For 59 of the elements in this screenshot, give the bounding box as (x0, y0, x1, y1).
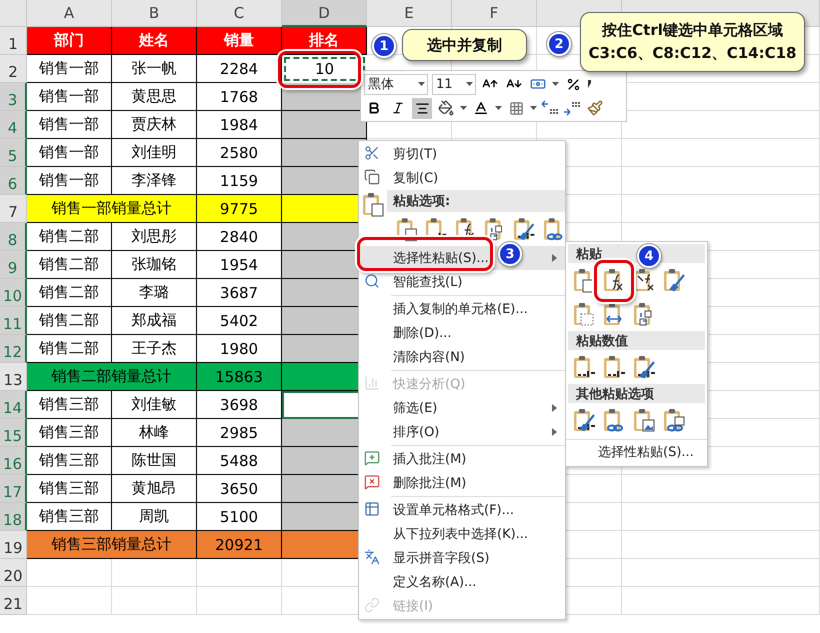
table-cell: 销售二部 (27, 223, 112, 251)
table-cell: 陈世国 (112, 447, 197, 475)
callout-text: C3:C6、C8:C12、C14:C18 (588, 44, 796, 63)
total-label: 销售二部销量总计 (27, 363, 197, 391)
table-cell: 3698 (197, 391, 282, 419)
table-cell: 李泽锋 (112, 167, 197, 195)
table-cell: 郑成福 (112, 307, 197, 335)
table-cell: 销售一部 (27, 167, 112, 195)
table-cell: 1768 (197, 83, 282, 111)
table-cell: 2284 (197, 55, 282, 83)
table-cell: 周凯 (112, 503, 197, 531)
table-cell: 销售一部 (27, 83, 112, 111)
table-cell: 销售二部 (27, 335, 112, 363)
table-cell: 5488 (197, 447, 282, 475)
table-cell: 1159 (197, 167, 282, 195)
table-cell: 1980 (197, 335, 282, 363)
table-cell: 张珈铭 (112, 251, 197, 279)
table-cell: 20921 (197, 531, 282, 559)
table-cell: 销售二部 (27, 251, 112, 279)
table-cell: 2840 (197, 223, 282, 251)
table-cell: 5100 (197, 503, 282, 531)
table-cell: 销售一部 (27, 55, 112, 83)
table-cell: 销售三部 (27, 475, 112, 503)
table-cell: 3650 (197, 475, 282, 503)
table-cell: 张一帆 (112, 55, 197, 83)
table-cell: 销售三部 (27, 391, 112, 419)
table-cell: 李璐 (112, 279, 197, 307)
table-cell: 刘思彤 (112, 223, 197, 251)
submenu-section-header: 粘贴数值 (568, 331, 705, 350)
table-cell: 9775 (197, 195, 282, 223)
callout-text: 选中并复制 (427, 36, 502, 54)
table-cell: 刘佳敏 (112, 391, 197, 419)
table-cell: 销售三部 (27, 419, 112, 447)
table-cell: 2985 (197, 419, 282, 447)
total-label: 销售一部销量总计 (27, 195, 197, 223)
table-cell: 贾庆林 (112, 111, 197, 139)
total-label: 销售三部销量总计 (27, 531, 197, 559)
table-cell: 5402 (197, 307, 282, 335)
table-cell: 刘佳明 (112, 139, 197, 167)
table-cell: 销售二部 (27, 279, 112, 307)
table-cell: 2580 (197, 139, 282, 167)
table-cell: 3687 (197, 279, 282, 307)
table-cell: 1984 (197, 111, 282, 139)
submenu-section-header: 其他粘贴选项 (568, 384, 705, 403)
table-cell: 1954 (197, 251, 282, 279)
column-title: 部门 (27, 27, 112, 55)
table-cell: 销售三部 (27, 447, 112, 475)
table-cell: 销售二部 (27, 307, 112, 335)
table-cell: 王子杰 (112, 335, 197, 363)
table-cell: 销售三部 (27, 503, 112, 531)
table-cell: 林峰 (112, 419, 197, 447)
column-title: 销量 (197, 27, 282, 55)
table-cell: 销售一部 (27, 111, 112, 139)
table-cell: 黄旭昂 (112, 475, 197, 503)
table-cell: 15863 (197, 363, 282, 391)
callout-text: 按住Ctrl键选中单元格区域 (602, 21, 783, 40)
column-title: 姓名 (112, 27, 197, 55)
table-cell: 销售一部 (27, 139, 112, 167)
table-cell: 黄思思 (112, 83, 197, 111)
